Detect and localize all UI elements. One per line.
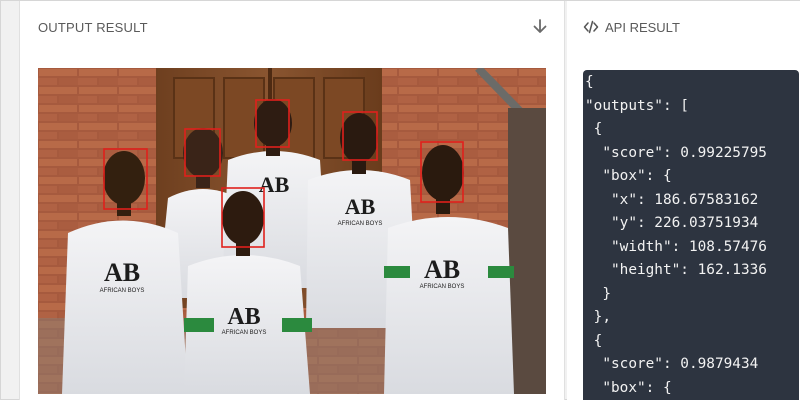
json-line: "score": 0.9879434 xyxy=(585,356,759,372)
code-brackets-icon xyxy=(583,20,599,34)
json-line: "score": 0.99225795 xyxy=(585,144,767,161)
api-result-header: API RESULT xyxy=(567,1,800,53)
svg-text:AB: AB xyxy=(345,194,376,219)
json-line: "width": 108.57476 xyxy=(585,238,767,255)
svg-text:AFRICAN BOYS: AFRICAN BOYS xyxy=(420,284,465,290)
json-line: "height": 162.1336 xyxy=(585,262,767,278)
json-line: "box": { xyxy=(585,168,672,184)
output-result-header: OUTPUT RESULT xyxy=(20,1,564,53)
svg-text:AFRICAN BOYS: AFRICAN BOYS xyxy=(222,330,267,336)
api-result-panel: API RESULT { "outputs": [ { "score": 0.99… xyxy=(567,1,800,400)
svg-text:AFRICAN BOYS: AFRICAN BOYS xyxy=(338,221,383,227)
json-line: { xyxy=(585,332,603,349)
json-line: "y": 226.03751934 xyxy=(585,215,759,231)
json-line: { xyxy=(585,74,594,90)
svg-text:AB: AB xyxy=(424,255,460,284)
app-frame: OUTPUT RESULT AB AB AFRICAN BOYS AB AFRI… xyxy=(0,0,800,400)
svg-text:AB: AB xyxy=(227,304,260,330)
output-result-panel: OUTPUT RESULT AB AB AFRICAN BOYS AB AFRI… xyxy=(19,1,565,400)
json-line: }, xyxy=(585,309,611,325)
output-result-image: AB AB AFRICAN BOYS AB AFRICAN BOYS AB AF… xyxy=(38,68,546,394)
svg-text:AFRICAN BOYS: AFRICAN BOYS xyxy=(100,288,145,294)
api-json-output[interactable]: { "outputs": [ { "score": 0.99225795 "box… xyxy=(583,70,799,400)
svg-text:AB: AB xyxy=(104,258,140,287)
json-line: { xyxy=(585,121,603,137)
json-line: "outputs": [ xyxy=(585,97,689,114)
json-line: "x": 186.67583162 xyxy=(585,191,759,208)
json-line: } xyxy=(585,285,611,302)
download-arrow-icon[interactable] xyxy=(530,17,550,37)
output-result-title: OUTPUT RESULT xyxy=(38,19,148,35)
json-line: "box": { xyxy=(585,379,672,396)
api-result-title: API RESULT xyxy=(605,19,680,35)
